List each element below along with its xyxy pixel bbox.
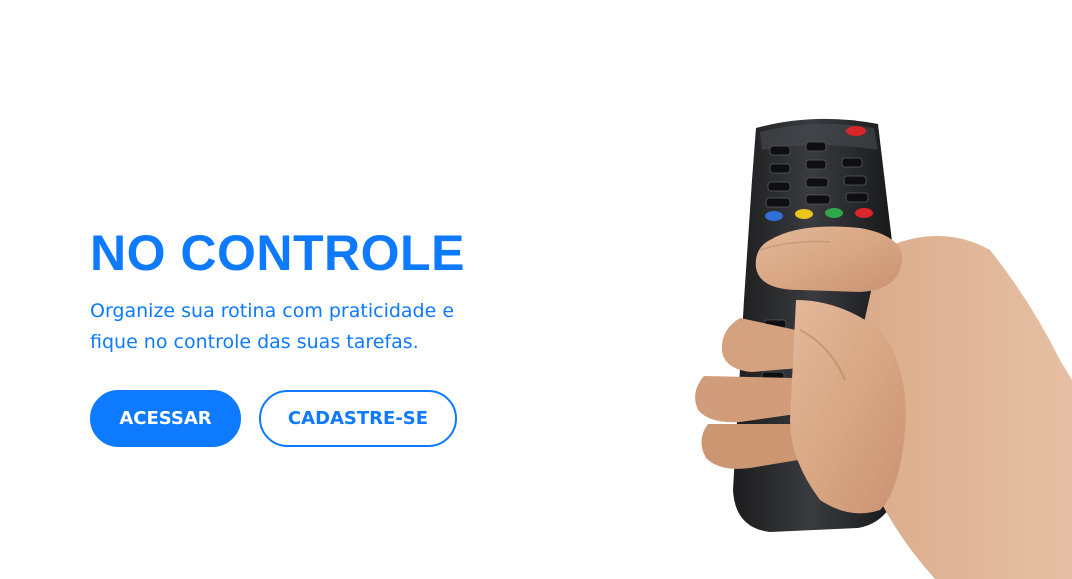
remote-control-image <box>620 0 1072 579</box>
acessar-button[interactable]: ACESSAR <box>90 390 241 447</box>
hero-actions: ACESSAR CADASTRE-SE <box>90 390 550 447</box>
cadastre-se-button[interactable]: CADASTRE-SE <box>259 390 457 447</box>
hero-subtitle: Organize sua rotina com praticidade e fi… <box>90 300 455 353</box>
hero-section: NO CONTROLE Organize sua rotina com prat… <box>90 224 550 447</box>
hero-title: NO CONTROLE <box>90 225 465 281</box>
hand-holding-remote-control-icon <box>695 118 1072 579</box>
